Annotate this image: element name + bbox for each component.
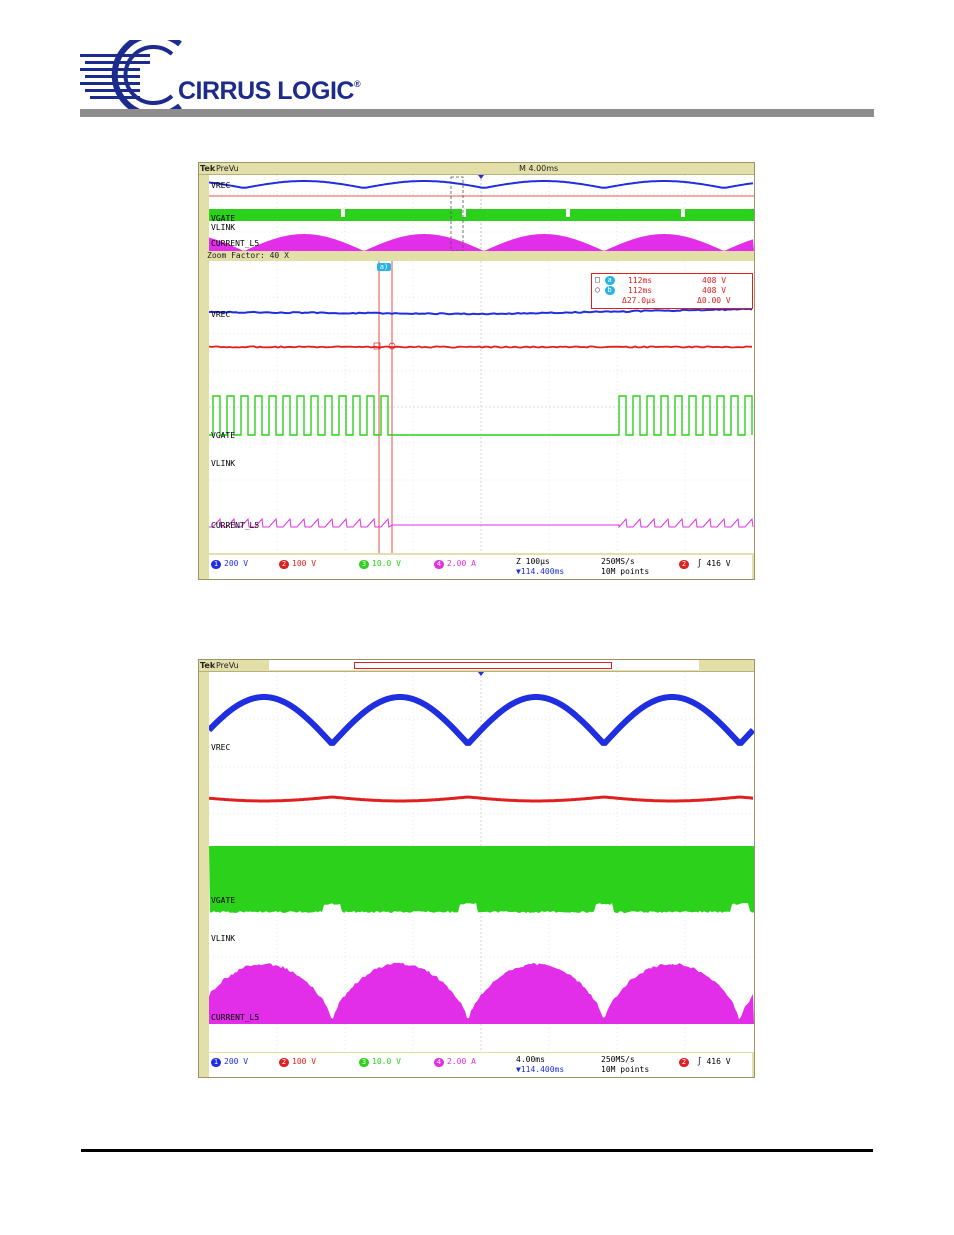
zoom-factor-label: Zoom Factor: 40 X: [207, 251, 289, 260]
zoom-label-vrec: 1VREC: [209, 310, 230, 319]
ch1-marker: 1: [209, 673, 211, 682]
trigger-position-icon: [478, 672, 484, 676]
overview-label-vlink: 2VLINK: [209, 223, 235, 232]
logo-wordmark: CIRRUS LOGIC®: [178, 77, 360, 106]
cursor-readout-box: □ a 112ms 408 V ○ b 112ms 408 V Δ27.0µs …: [591, 273, 753, 309]
overview-plot: 1VREC 3VGATE 2VLINK 4CURRENT_L5: [209, 175, 754, 251]
overview-label-current: 4CURRENT_L5: [209, 239, 259, 248]
zoom-plot: 1 a) 1VREC 3VGATE 2VLINK 4CURRENT_L5 □ a…: [209, 261, 754, 553]
label-vrec: 1VREC: [209, 743, 230, 752]
scope-top-bar: Tek PreVu M 4.00ms: [199, 163, 754, 175]
overview-current-trace: [209, 234, 754, 251]
overview-label-vgate: 3VGATE: [209, 214, 235, 223]
label-current: 4CURRENT_L5: [209, 1013, 259, 1022]
scope-status-bar: 1 200 V 2 100 V 3 10.0 V 4 2.00 A 4.00ms ▼11…: [209, 1053, 752, 1077]
trigger-position-icon: [478, 175, 484, 179]
timebase-readout: M 4.00ms: [519, 163, 558, 174]
main-plot: 1 1VREC 3VGATE 2VLINK 4CURRENT_L5: [209, 672, 754, 1052]
current-trace: [209, 963, 754, 1024]
label-vlink: 2VLINK: [209, 934, 235, 943]
zoom-vlink-trace: [209, 346, 752, 347]
header-bar: [80, 109, 874, 117]
scope-status-bar: 1 200 V 2 100 V 3 10.0 V 4 2.00 A Z 100µs ▼1…: [209, 555, 752, 579]
footer-rule: [81, 1149, 873, 1152]
zoom-label-current: 4CURRENT_L5: [209, 521, 259, 530]
oscilloscope-capture-full: Tek PreVu 1 1VREC 3VGATE 2VLINK 4CURRENT…: [198, 659, 755, 1078]
vgate-trace: [209, 846, 754, 913]
zoom-vrec-trace: [209, 309, 752, 315]
zoom-vgate-trace: [209, 396, 752, 435]
overview-label-vrec: 1VREC: [209, 181, 230, 190]
label-vgate: 3VGATE: [209, 896, 235, 905]
oscilloscope-capture-zoom: Tek PreVu M 4.00ms 1VREC: [198, 162, 755, 580]
zoom-ch1-marker: 1: [209, 262, 211, 271]
cursor-a-marker: a): [377, 262, 393, 271]
scope-top-bar: Tek PreVu: [199, 660, 754, 672]
overview-vgate-trace: [209, 209, 754, 221]
zoom-label-vlink: 2VLINK: [209, 459, 235, 468]
zoom-label-vgate: 3VGATE: [209, 431, 235, 440]
